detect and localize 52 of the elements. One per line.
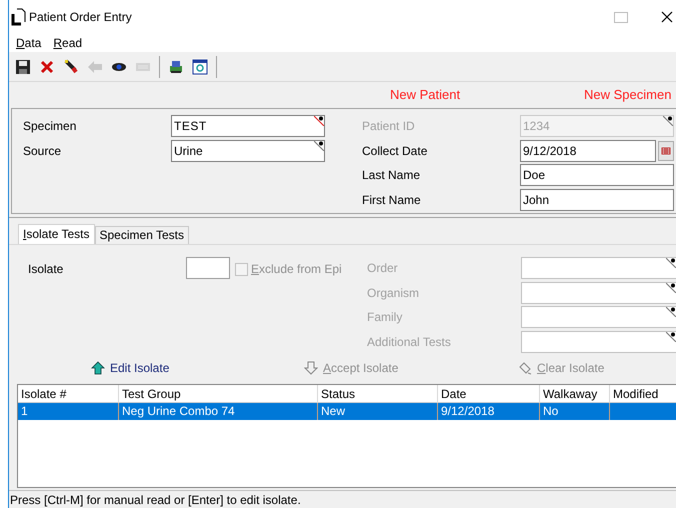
maximize-button[interactable] xyxy=(614,12,628,22)
cross-icon[interactable] xyxy=(39,58,55,74)
menu-item[interactable]: Data xyxy=(16,34,42,52)
table-cell: No xyxy=(540,402,610,420)
tab[interactable]: Specimen Tests xyxy=(94,226,189,244)
text-field[interactable] xyxy=(521,306,676,328)
corner-marker-icon xyxy=(314,116,324,126)
date-field[interactable]: 9/12/2018 xyxy=(520,140,656,162)
text-field[interactable] xyxy=(521,330,676,352)
text-field[interactable]: Urine xyxy=(171,140,325,162)
corner-marker-icon xyxy=(666,332,676,342)
field-label: Family xyxy=(367,309,404,326)
field-label: First Name xyxy=(362,192,422,208)
text-field[interactable]: TEST xyxy=(171,115,325,138)
checkbox-label: Exclude from Epi xyxy=(251,261,342,278)
table-cell: New xyxy=(318,402,438,420)
field-label: Isolate xyxy=(27,261,64,278)
table-cell: Neg Urine Combo 74 xyxy=(119,402,318,420)
text-field[interactable]: Doe xyxy=(520,164,674,186)
marker-pen-icon[interactable] xyxy=(63,58,79,74)
table-row[interactable]: 1 Neg Urine Combo 74 New 9/12/2018 No xyxy=(18,402,676,420)
action-link[interactable]: Edit Isolate xyxy=(110,358,170,376)
corner-marker-icon xyxy=(666,258,676,268)
status-label: New Patient xyxy=(390,86,460,104)
calendar-icon[interactable] xyxy=(658,140,674,160)
field-label: Additional Tests xyxy=(367,334,452,350)
table-cell: 1 xyxy=(18,402,119,420)
field-label: Order xyxy=(367,260,399,277)
text-field[interactable]: John xyxy=(520,188,674,210)
window-title: Patient Order Entry xyxy=(29,9,132,26)
corner-marker-icon xyxy=(663,116,673,126)
magnifier-window-icon[interactable] xyxy=(192,58,208,74)
field-label: Specimen xyxy=(22,118,78,136)
field-label: Organism xyxy=(367,284,420,302)
corner-marker-icon xyxy=(666,307,676,317)
status-label: New Specimen xyxy=(584,86,672,104)
isolate-field[interactable] xyxy=(186,257,230,279)
printer-icon[interactable] xyxy=(168,58,184,74)
text-field[interactable] xyxy=(521,257,676,279)
corner-marker-icon xyxy=(666,282,676,292)
menu-item[interactable]: Read xyxy=(53,34,82,52)
field-label: Last Name xyxy=(362,167,422,184)
status-bar-text: Press [Ctrl-M] for manual read or [Enter] to edit isolate. xyxy=(9,492,301,508)
field-label: Patient ID xyxy=(362,118,416,135)
table-cell: 9/12/2018 xyxy=(438,402,540,420)
text-field[interactable] xyxy=(521,282,676,304)
field-label: Collect Date xyxy=(362,142,428,160)
close-icon[interactable] xyxy=(661,11,673,23)
tab[interactable]: Isolate Tests xyxy=(18,224,94,244)
field-label: Source xyxy=(22,142,62,160)
app-icon xyxy=(11,8,27,26)
corner-marker-icon xyxy=(314,140,324,151)
